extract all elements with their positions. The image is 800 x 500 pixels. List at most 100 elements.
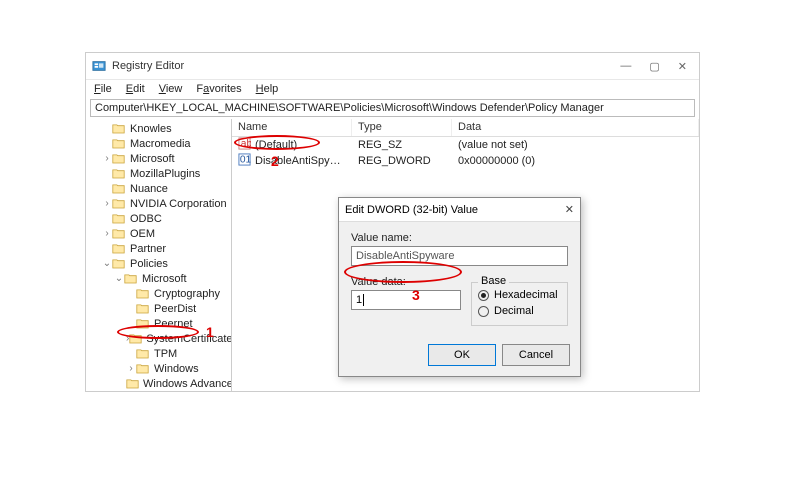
base-group: Base Hexadecimal Decimal xyxy=(471,282,568,326)
value-icon: ab xyxy=(238,137,251,153)
folder-icon xyxy=(126,378,139,390)
minimize-button[interactable]: — xyxy=(620,60,631,73)
tree-node-microsoft[interactable]: ⌄ Microsoft xyxy=(86,271,231,286)
tree-label: NVIDIA Corporation xyxy=(129,198,228,210)
cancel-button[interactable]: Cancel xyxy=(502,344,570,366)
tree-label: Macromedia xyxy=(129,138,192,150)
tree-node-windows[interactable]: › Windows xyxy=(86,361,231,376)
folder-icon xyxy=(112,228,126,240)
radio-decimal[interactable]: Decimal xyxy=(478,303,561,319)
value-data-field[interactable]: 1 xyxy=(351,290,461,310)
menu-favorites[interactable]: Favorites xyxy=(196,83,241,95)
folder-icon xyxy=(124,273,138,285)
radio-hexadecimal[interactable]: Hexadecimal xyxy=(478,287,561,303)
tree-node-nuance[interactable]: Nuance xyxy=(86,181,231,196)
folder-icon xyxy=(112,138,126,150)
close-button[interactable]: ✕ xyxy=(678,60,687,73)
tree-label: PeerDist xyxy=(153,303,197,315)
tree-label: Microsoft xyxy=(129,153,176,165)
tree-label: Cryptography xyxy=(153,288,221,300)
folder-icon xyxy=(136,288,150,300)
value-type: REG_DWORD xyxy=(352,155,452,167)
tree-node-peernet[interactable]: Peernet xyxy=(86,316,231,331)
maximize-button[interactable]: ▢ xyxy=(649,60,659,73)
tree-label: TPM xyxy=(153,348,178,360)
tree-node-oem[interactable]: › OEM xyxy=(86,226,231,241)
folder-icon xyxy=(112,213,126,225)
value-name-field[interactable]: DisableAntiSpyware xyxy=(351,246,568,266)
tree-node-policies[interactable]: ⌄ Policies xyxy=(86,256,231,271)
window-title: Registry Editor xyxy=(112,60,620,72)
base-legend: Base xyxy=(478,275,509,287)
tree-node-systemcertificates[interactable]: ›SystemCertificates xyxy=(86,331,231,346)
tree-node-tpm[interactable]: TPM xyxy=(86,346,231,361)
folder-icon xyxy=(112,258,126,270)
folder-icon xyxy=(136,303,150,315)
tree-node-microsoft[interactable]: › Microsoft xyxy=(86,151,231,166)
folder-icon xyxy=(112,183,126,195)
edit-dword-dialog: Edit DWORD (32-bit) Value ✕ Value name: … xyxy=(338,197,581,377)
tree-label: Nuance xyxy=(129,183,169,195)
tree-node-odbc[interactable]: ODBC xyxy=(86,211,231,226)
dialog-close-button[interactable]: ✕ xyxy=(565,203,574,216)
tree-node-cryptography[interactable]: Cryptography xyxy=(86,286,231,301)
tree-label: Policies xyxy=(129,258,169,270)
menu-view[interactable]: View xyxy=(159,83,183,95)
tree-label: OEM xyxy=(129,228,156,240)
folder-icon xyxy=(136,363,150,375)
menu-edit[interactable]: Edit xyxy=(126,83,145,95)
tree-label: Knowles xyxy=(129,123,173,135)
value-name: (Default) xyxy=(255,139,297,151)
folder-icon xyxy=(136,348,150,360)
svg-text:011: 011 xyxy=(240,154,251,165)
tree-node-peerdist[interactable]: PeerDist xyxy=(86,301,231,316)
col-type[interactable]: Type xyxy=(352,119,452,136)
tree-label: Partner xyxy=(129,243,167,255)
tree-node-windows-advanced-threat[interactable]: Windows Advanced Threat xyxy=(86,376,231,391)
value-row[interactable]: 011 DisableAntiSpy… REG_DWORD0x00000000 (0… xyxy=(232,153,699,169)
expand-icon[interactable]: ⌄ xyxy=(114,273,124,284)
col-data[interactable]: Data xyxy=(452,119,699,136)
col-name[interactable]: Name xyxy=(232,119,352,136)
tree-node-nvidia-corporation[interactable]: › NVIDIA Corporation xyxy=(86,196,231,211)
tree-node-knowles[interactable]: Knowles xyxy=(86,121,231,136)
address-bar[interactable]: Computer\HKEY_LOCAL_MACHINE\SOFTWARE\Pol… xyxy=(90,99,695,117)
tree-node-mozillaplugins[interactable]: MozillaPlugins xyxy=(86,166,231,181)
folder-icon xyxy=(136,318,150,330)
tree-node-macromedia[interactable]: Macromedia xyxy=(86,136,231,151)
value-data: (value not set) xyxy=(452,139,699,151)
dialog-title: Edit DWORD (32-bit) Value xyxy=(345,204,478,216)
value-data: 0x00000000 (0) xyxy=(452,155,699,167)
tree-panel[interactable]: Knowles Macromedia › Microsoft MozillaPlugin… xyxy=(86,119,232,391)
tree-label: SystemCertificates xyxy=(145,333,232,345)
ok-button[interactable]: OK xyxy=(428,344,496,366)
app-icon xyxy=(92,59,106,73)
menubar: File Edit View Favorites Help xyxy=(86,79,699,97)
titlebar: Registry Editor — ▢ ✕ xyxy=(86,53,699,79)
expand-icon[interactable]: › xyxy=(102,153,112,164)
folder-icon xyxy=(112,198,126,210)
tree-label: MozillaPlugins xyxy=(129,168,201,180)
menu-file[interactable]: File xyxy=(94,83,112,95)
menu-help[interactable]: Help xyxy=(256,83,279,95)
expand-icon[interactable]: ⌄ xyxy=(102,258,112,269)
tree-label: Windows xyxy=(153,363,200,375)
expand-icon[interactable]: › xyxy=(102,198,112,209)
value-data-label: Value data: xyxy=(351,276,461,288)
tree-label: Microsoft xyxy=(141,273,188,285)
tree-node-partner[interactable]: Partner xyxy=(86,241,231,256)
value-row[interactable]: ab (Default) REG_SZ(value not set) xyxy=(232,137,699,153)
folder-icon xyxy=(112,153,126,165)
value-type: REG_SZ xyxy=(352,139,452,151)
tree-label: Peernet xyxy=(153,318,194,330)
folder-icon xyxy=(112,243,126,255)
value-name: DisableAntiSpy… xyxy=(255,155,341,167)
folder-icon xyxy=(129,333,142,345)
value-name-label: Value name: xyxy=(351,232,568,244)
tree-label: Windows Advanced Threat xyxy=(142,378,232,390)
expand-icon[interactable]: › xyxy=(102,228,112,239)
tree-label: ODBC xyxy=(129,213,163,225)
folder-icon xyxy=(112,123,126,135)
expand-icon[interactable]: › xyxy=(126,363,136,374)
svg-text:ab: ab xyxy=(241,138,251,149)
